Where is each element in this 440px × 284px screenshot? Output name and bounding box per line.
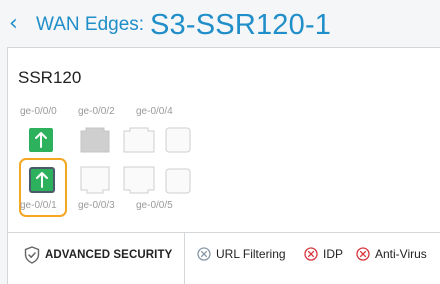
port-label-ge-0-0-1: ge-0/0/1 bbox=[20, 200, 57, 211]
port-empty-icon bbox=[165, 127, 191, 153]
port-label-ge-0-0-4: ge-0/0/4 bbox=[136, 106, 173, 117]
port-ge-0-0-2[interactable] bbox=[80, 127, 110, 153]
port-label-ge-0-0-0: ge-0/0/0 bbox=[20, 106, 57, 117]
port-up-icon bbox=[29, 167, 55, 193]
port-empty-icon bbox=[123, 127, 155, 153]
advanced-security-label: ADVANCED SECURITY bbox=[45, 249, 173, 261]
feature-anti-virus: Anti-Virus bbox=[356, 247, 427, 261]
port-ge-0-0-3[interactable] bbox=[80, 166, 110, 194]
page-title: S3-SSR120-1 bbox=[150, 9, 332, 41]
feature-idp: IDP bbox=[304, 247, 343, 261]
shield-check-icon bbox=[24, 246, 40, 264]
port-label-ge-0-0-3: ge-0/0/3 bbox=[78, 200, 115, 211]
port-up-icon bbox=[29, 128, 53, 152]
port-empty-icon bbox=[123, 166, 155, 194]
device-card: SSR120 ge-0/0/0 ge-0/0/2 ge-0/0/4 ge-0/0… bbox=[7, 47, 440, 284]
feature-label: Anti-Virus bbox=[375, 247, 427, 261]
x-circle-icon bbox=[356, 247, 370, 261]
back-chevron-icon[interactable]: ‹ bbox=[9, 12, 29, 36]
feature-label: IDP bbox=[323, 247, 344, 261]
feature-label: URL Filtering bbox=[216, 247, 286, 261]
port-ge-0-0-4-b[interactable] bbox=[165, 127, 191, 153]
vertical-divider bbox=[184, 232, 185, 284]
page: ‹ WAN Edges: S3-SSR120-1 SSR120 ge-0/0/0… bbox=[0, 0, 440, 284]
x-circle-icon bbox=[197, 247, 211, 261]
port-ge-0-0-5-a[interactable] bbox=[123, 166, 155, 194]
breadcrumb-wan-edges[interactable]: WAN Edges: bbox=[36, 14, 144, 36]
advanced-security: ADVANCED SECURITY bbox=[24, 246, 172, 264]
port-disabled-icon bbox=[80, 127, 110, 153]
divider bbox=[8, 232, 440, 233]
port-ge-0-0-1[interactable] bbox=[28, 166, 55, 193]
port-empty-icon bbox=[165, 168, 191, 194]
feature-url-filtering: URL Filtering bbox=[197, 247, 286, 261]
device-name: SSR120 bbox=[18, 68, 82, 87]
port-ge-0-0-0[interactable] bbox=[28, 127, 54, 153]
port-label-ge-0-0-2: ge-0/0/2 bbox=[78, 106, 115, 117]
port-empty-icon bbox=[80, 166, 110, 194]
port-ge-0-0-5-b[interactable] bbox=[165, 168, 191, 194]
header: ‹ WAN Edges: S3-SSR120-1 bbox=[0, 0, 440, 48]
port-ge-0-0-4-a[interactable] bbox=[123, 127, 155, 153]
x-circle-icon bbox=[304, 247, 318, 261]
port-label-ge-0-0-5: ge-0/0/5 bbox=[136, 200, 173, 211]
